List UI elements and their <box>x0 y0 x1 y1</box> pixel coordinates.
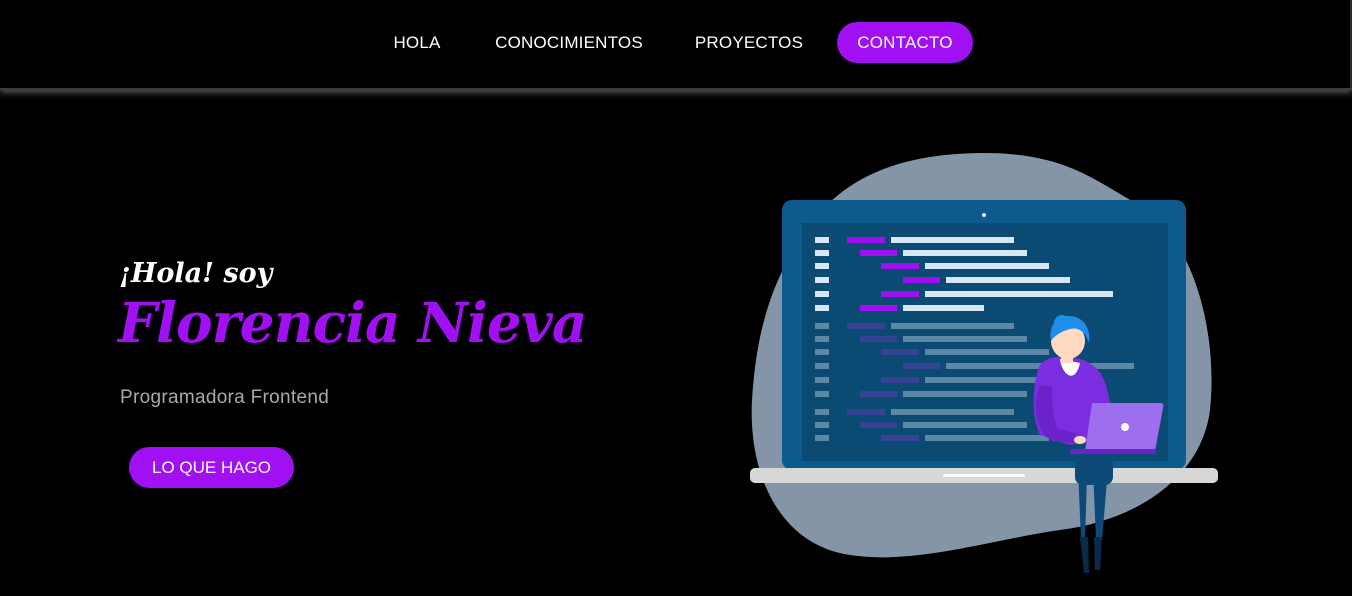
hero-role: Programadora Frontend <box>120 387 330 408</box>
hero-name: Florencia Nieva <box>118 290 588 355</box>
nav-item-contacto[interactable]: CONTACTO <box>837 22 973 63</box>
navbar: HOLA CONOCIMIENTOS PROYECTOS CONTACTO <box>0 0 1352 90</box>
developer-laptop-illustration-icon <box>750 153 1218 573</box>
nav-menu: HOLA CONOCIMIENTOS PROYECTOS CONTACTO <box>0 0 1352 86</box>
nav-item-hola[interactable]: HOLA <box>374 22 460 63</box>
hero-greeting: ¡Hola! soy <box>119 258 273 289</box>
lo-que-hago-button[interactable]: LO QUE HAGO <box>129 447 294 488</box>
laptop-trackpad-line <box>943 474 1025 477</box>
nav-item-proyectos[interactable]: PROYECTOS <box>680 22 818 63</box>
laptop-camera <box>982 213 986 217</box>
nav-item-conocimientos[interactable]: CONOCIMIENTOS <box>476 22 662 63</box>
